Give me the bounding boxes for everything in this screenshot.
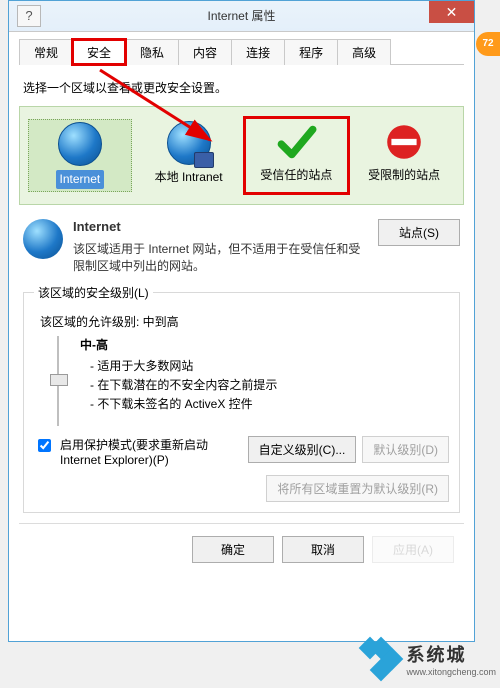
- level-point-2: - 在下载潜在的不安全内容之前提示: [90, 376, 449, 393]
- watermark-text: 系统城: [406, 641, 496, 667]
- tab-content[interactable]: 内容: [178, 39, 232, 65]
- zone-selector: Internet 本地 Intranet 受信任的站点 受限制的站点: [19, 106, 464, 205]
- globe-icon: [58, 122, 102, 166]
- tab-general[interactable]: 常规: [19, 39, 73, 65]
- dialog-buttons: 确定 取消 应用(A): [19, 523, 464, 563]
- zone-trusted[interactable]: 受信任的站点: [246, 119, 348, 192]
- security-level-desc: 中-高 - 适用于大多数网站 - 在下载潜在的不安全内容之前提示 - 不下载未签…: [80, 336, 449, 426]
- zone-intranet-label: 本地 Intranet: [155, 170, 223, 184]
- custom-level-button[interactable]: 自定义级别(C)...: [248, 436, 357, 463]
- protected-mode-label: 启用保护模式(要求重新启动 Internet Explorer)(P): [60, 436, 242, 467]
- zone-restricted[interactable]: 受限制的站点: [353, 119, 455, 192]
- forbidden-icon: [383, 121, 425, 163]
- level-name: 中-高: [80, 336, 449, 353]
- watermark-logo-icon: [362, 640, 400, 678]
- sites-button[interactable]: 站点(S): [378, 219, 460, 246]
- globe-icon: [23, 219, 63, 259]
- reset-all-zones-button[interactable]: 将所有区域重置为默认级别(R): [266, 475, 449, 502]
- cancel-button[interactable]: 取消: [282, 536, 364, 563]
- security-level-legend: 该区域的安全级别(L): [34, 284, 153, 301]
- badge-icon: 72: [476, 32, 500, 56]
- tab-connections[interactable]: 连接: [231, 39, 285, 65]
- zone-info-desc: 该区域适用于 Internet 网站，但不适用于在受信任和受限制区域中列出的网站…: [73, 242, 360, 273]
- allowed-level-label: 该区域的允许级别: 中到高: [40, 313, 449, 330]
- watermark-url: www.xitongcheng.com: [406, 667, 496, 677]
- watermark: 系统城 www.xitongcheng.com: [362, 640, 496, 678]
- tab-programs[interactable]: 程序: [284, 39, 338, 65]
- zone-intranet[interactable]: 本地 Intranet: [138, 119, 240, 192]
- apply-button[interactable]: 应用(A): [372, 536, 454, 563]
- internet-options-dialog: ? Internet 属性 ✕ 常规 安全 隐私 内容 连接 程序 高级 选择一…: [8, 0, 475, 642]
- tab-security[interactable]: 安全: [72, 39, 126, 65]
- tab-advanced[interactable]: 高级: [337, 39, 391, 65]
- security-level-slider[interactable]: [48, 336, 68, 426]
- zone-info-heading: Internet: [73, 219, 368, 234]
- protected-mode-checkbox[interactable]: [38, 439, 51, 452]
- zone-internet[interactable]: Internet: [28, 119, 132, 192]
- tab-privacy[interactable]: 隐私: [125, 39, 179, 65]
- checkmark-icon: [275, 121, 317, 163]
- zone-trusted-label: 受信任的站点: [260, 168, 332, 182]
- level-point-1: - 适用于大多数网站: [90, 357, 449, 374]
- help-button[interactable]: ?: [17, 5, 41, 27]
- zone-restricted-label: 受限制的站点: [368, 168, 440, 182]
- globe-lan-icon: [167, 121, 211, 165]
- tab-strip: 常规 安全 隐私 内容 连接 程序 高级: [19, 38, 464, 65]
- instruction-text: 选择一个区域以查看或更改安全设置。: [23, 79, 460, 96]
- window-title: Internet 属性: [207, 9, 275, 23]
- close-button[interactable]: ✕: [429, 1, 474, 23]
- security-level-group: 该区域的安全级别(L) 该区域的允许级别: 中到高 中-高 - 适用于大多数网站…: [23, 284, 460, 513]
- zone-internet-label: Internet: [56, 170, 105, 189]
- slider-thumb[interactable]: [50, 374, 68, 386]
- titlebar: ? Internet 属性 ✕: [9, 1, 474, 32]
- zone-info: Internet 该区域适用于 Internet 网站，但不适用于在受信任和受限…: [23, 219, 460, 274]
- default-level-button[interactable]: 默认级别(D): [362, 436, 449, 463]
- level-point-3: - 不下载未签名的 ActiveX 控件: [90, 395, 449, 412]
- ok-button[interactable]: 确定: [192, 536, 274, 563]
